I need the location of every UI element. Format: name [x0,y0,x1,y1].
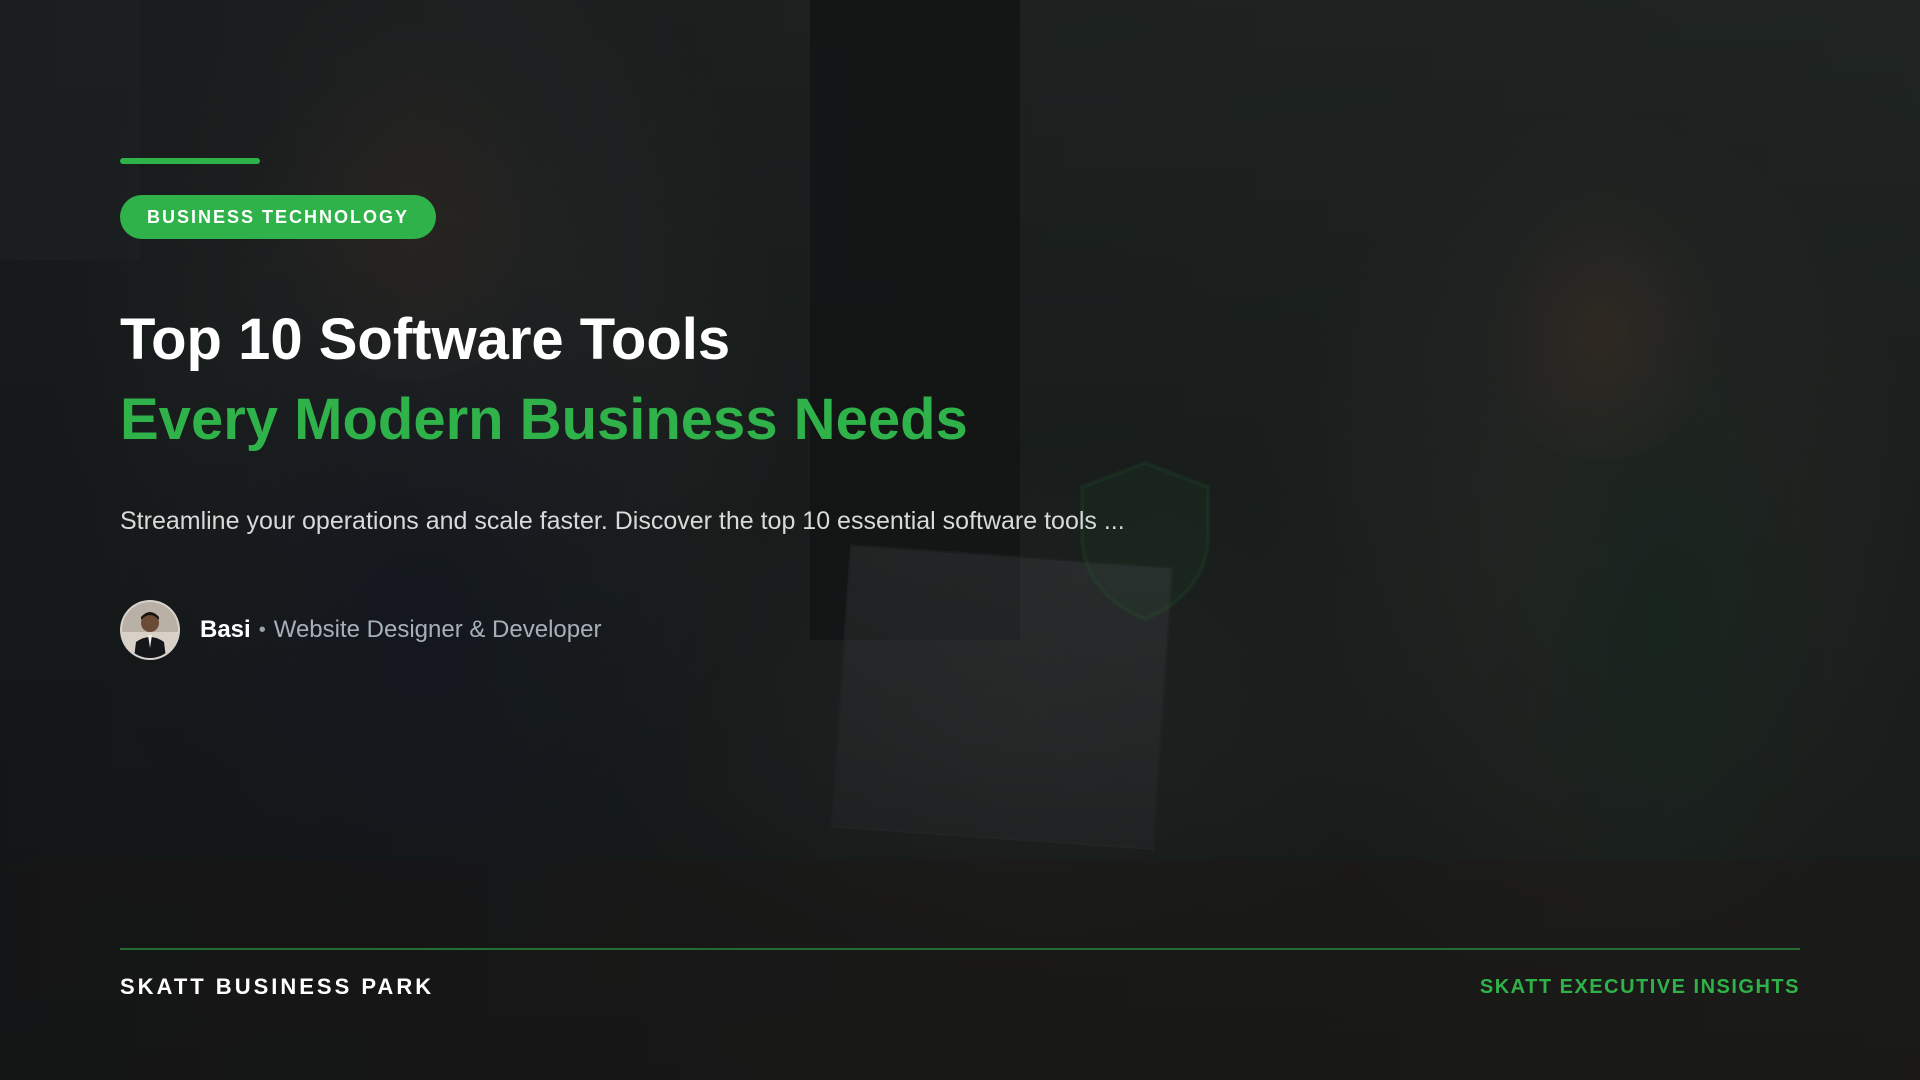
footer-brand[interactable]: SKATT BUSINESS PARK [120,974,434,1000]
author-avatar[interactable] [120,600,180,660]
byline-separator: • [258,618,266,641]
footer-divider [120,948,1800,950]
category-badge[interactable]: BUSINESS TECHNOLOGY [120,195,437,239]
post-title-accent: Every Modern Business Needs [120,387,968,452]
footer-series-label[interactable]: SKATT EXECUTIVE INSIGHTS [1480,976,1800,999]
hero-banner: BUSINESS TECHNOLOGY Top 10 Software Tool… [0,0,1920,1080]
post-excerpt: Streamline your operations and scale fas… [120,507,1125,535]
author-byline: Basi • Website Designer & Developer [120,600,601,660]
post-title-primary: Top 10 Software Tools [120,307,731,372]
accent-bar [120,158,260,164]
person-icon [122,602,178,658]
author-name[interactable]: Basi [200,616,251,644]
hero-content: BUSINESS TECHNOLOGY Top 10 Software Tool… [0,0,1920,1080]
author-role: Website Designer & Developer [273,616,602,643]
